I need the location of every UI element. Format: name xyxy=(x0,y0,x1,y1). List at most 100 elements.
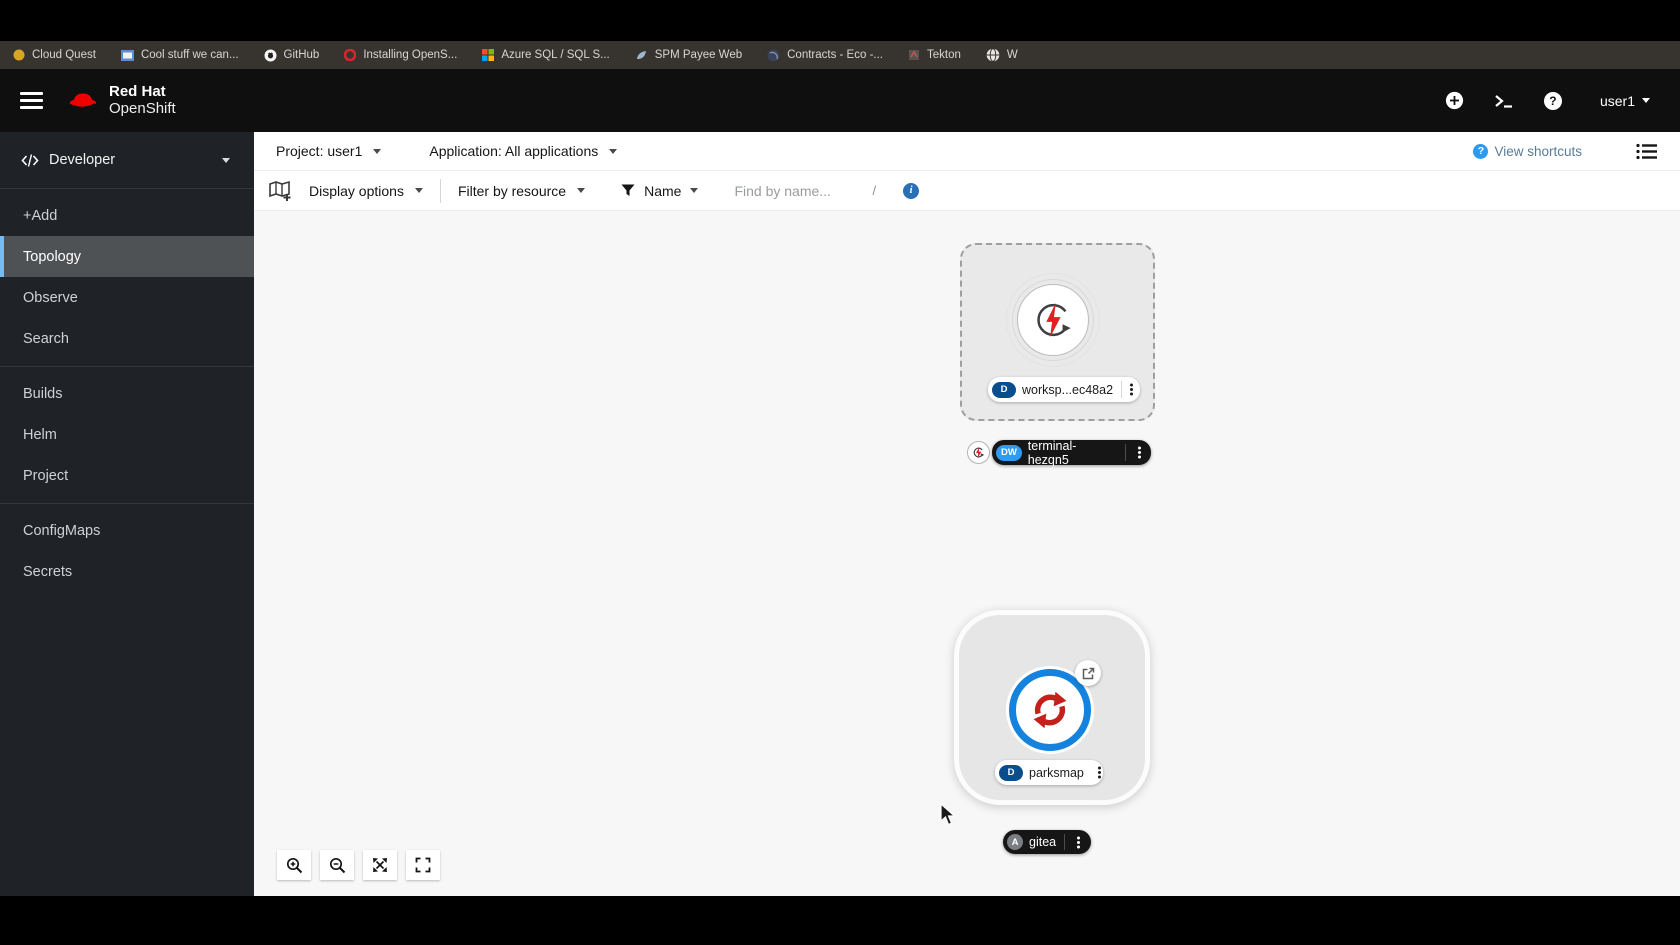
plus-circle-icon xyxy=(1446,91,1464,110)
bookmark-spm-payee[interactable]: SPM Payee Web xyxy=(635,49,742,61)
sidebar-item-topology[interactable]: Topology xyxy=(0,236,254,277)
sidebar-item-add[interactable]: +Add xyxy=(0,195,254,236)
question-circle-icon: ? xyxy=(1473,143,1489,159)
sidebar: Developer +Add Topology Observe Search B… xyxy=(0,132,254,896)
screen: Cloud Quest Cool stuff we can... GitHub … xyxy=(0,0,1680,945)
terminal-node-label[interactable]: DW terminal-hezqn5 xyxy=(992,439,1151,467)
filter-by-resource-dropdown[interactable]: Filter by resource xyxy=(458,183,586,199)
fullscreen-button[interactable] xyxy=(406,850,440,880)
nav-label: Search xyxy=(23,330,69,347)
sidebar-item-project[interactable]: Project xyxy=(0,455,254,496)
label-divider xyxy=(1121,381,1122,398)
find-by-name-input[interactable] xyxy=(734,182,863,199)
dark-globe-favicon xyxy=(767,49,780,61)
nav-label: Project xyxy=(23,467,69,484)
bookmark-cloud-quest[interactable]: Cloud Quest xyxy=(13,49,96,61)
bookmark-w[interactable]: W xyxy=(986,48,1018,62)
sidebar-item-configmaps[interactable]: ConfigMaps xyxy=(0,510,254,551)
bookmark-installing-openshift[interactable]: Installing OpenS... xyxy=(344,49,457,61)
bookmark-label: Tekton xyxy=(926,49,961,61)
bookmark-label: Cloud Quest xyxy=(32,49,96,61)
bookmark-contracts[interactable]: Contracts - Eco -... xyxy=(767,49,883,62)
fit-to-screen-button[interactable] xyxy=(363,850,397,880)
terminal-node-decorator[interactable] xyxy=(967,441,990,464)
bookmark-label: Azure SQL / SQL S... xyxy=(501,49,610,61)
nav-label: Helm xyxy=(23,426,57,443)
nav-label: Secrets xyxy=(23,563,73,580)
filter-funnel-icon xyxy=(621,184,635,196)
bookmark-azure-sql[interactable]: Azure SQL / SQL S... xyxy=(482,49,610,61)
brand-top: Red Hat xyxy=(109,83,166,100)
zoom-out-button[interactable] xyxy=(320,850,354,880)
workspace-node[interactable] xyxy=(1006,273,1100,367)
view-shortcuts-label: View shortcuts xyxy=(1494,143,1582,159)
chevron-down-icon xyxy=(609,148,618,154)
parksmap-name: parksmap xyxy=(1029,765,1084,780)
application-dropdown[interactable]: Application: All applications xyxy=(429,143,618,159)
sidebar-item-helm[interactable]: Helm xyxy=(0,414,254,455)
username: user1 xyxy=(1599,92,1635,109)
project-dropdown-label: Project: user1 xyxy=(276,143,363,159)
perspective-switcher[interactable]: Developer xyxy=(0,132,254,189)
application-badge: A xyxy=(1007,834,1023,850)
parksmap-node-label[interactable]: D parksmap xyxy=(995,760,1103,785)
slash-shortcut-hint: / xyxy=(872,183,877,198)
devworkspace-icon xyxy=(1037,302,1071,338)
sidebar-item-secrets[interactable]: Secrets xyxy=(0,551,254,592)
main-content: Project: user1 Application: All applicat… xyxy=(254,132,1680,896)
bookmark-tekton[interactable]: Tekton xyxy=(908,49,961,61)
add-button[interactable] xyxy=(1445,91,1465,111)
workspace-node-label[interactable]: D worksp...ec48a2 xyxy=(988,377,1140,402)
sidebar-item-observe[interactable]: Observe xyxy=(0,277,254,318)
brand[interactable]: Red Hat OpenShift xyxy=(66,83,176,117)
zoom-in-button[interactable] xyxy=(277,850,311,880)
open-url-decorator[interactable] xyxy=(1075,660,1101,686)
workspace-name: worksp...ec48a2 xyxy=(1022,382,1114,397)
cloud-quest-favicon xyxy=(13,49,25,61)
list-view-toggle[interactable] xyxy=(1636,143,1658,160)
masthead-actions: ? user1 xyxy=(1445,91,1680,111)
nav-label: Observe xyxy=(23,289,78,306)
web-terminal-button[interactable] xyxy=(1494,91,1514,111)
chevron-down-icon xyxy=(577,188,586,193)
filter-type-label: Name xyxy=(644,182,682,199)
sidebar-item-builds[interactable]: Builds xyxy=(0,373,254,414)
external-link-icon xyxy=(1082,667,1094,679)
bookmark-label: Installing OpenS... xyxy=(363,49,458,61)
display-options-label: Display options xyxy=(309,182,404,199)
view-shortcuts-button[interactable]: ? View shortcuts xyxy=(1473,143,1582,159)
brand-text: Red Hat OpenShift xyxy=(109,83,176,117)
list-icon xyxy=(1636,143,1657,159)
user-menu[interactable]: user1 xyxy=(1600,93,1650,109)
deployment-badge: D xyxy=(999,764,1023,781)
project-dropdown[interactable]: Project: user1 xyxy=(276,143,382,159)
nav-label: +Add xyxy=(23,207,58,224)
display-options-dropdown[interactable]: Display options xyxy=(309,183,423,199)
topology-canvas[interactable]: D worksp...ec48a2 DW terminal-hezqn5 D p… xyxy=(254,211,1680,896)
topology-toolbar: Display options Filter by resource Name … xyxy=(254,171,1680,211)
fullscreen-icon xyxy=(415,857,431,873)
help-button[interactable]: ? xyxy=(1543,91,1563,111)
bookmark-github[interactable]: GitHub xyxy=(264,49,320,62)
kebab-menu-icon[interactable] xyxy=(1132,444,1146,461)
bookmark-cool-stuff[interactable]: Cool stuff we can... xyxy=(120,49,239,61)
zoom-controls xyxy=(277,850,440,880)
deployment-badge: D xyxy=(992,381,1016,398)
parksmap-app-icon xyxy=(1033,691,1067,729)
hamburger-menu-icon[interactable] xyxy=(20,92,43,109)
globe-favicon xyxy=(986,48,1000,62)
info-icon[interactable]: i xyxy=(903,182,920,199)
gitea-node-label[interactable]: A gitea xyxy=(1003,830,1091,854)
sidebar-item-search[interactable]: Search xyxy=(0,318,254,359)
microsoft-favicon xyxy=(482,49,495,61)
bookmark-label: GitHub xyxy=(283,49,320,61)
kebab-menu-icon[interactable] xyxy=(1097,764,1101,781)
filter-type-dropdown[interactable]: Name xyxy=(621,182,699,199)
export-application-icon[interactable] xyxy=(268,180,292,202)
bookmark-label: Contracts - Eco -... xyxy=(787,49,883,61)
kebab-menu-icon[interactable] xyxy=(1071,834,1085,851)
kebab-menu-icon[interactable] xyxy=(1128,381,1135,398)
devworkspace-badge: DW xyxy=(996,444,1022,461)
nav-label: ConfigMaps xyxy=(23,522,101,539)
nav-group-builds: Builds Helm Project xyxy=(0,366,254,503)
